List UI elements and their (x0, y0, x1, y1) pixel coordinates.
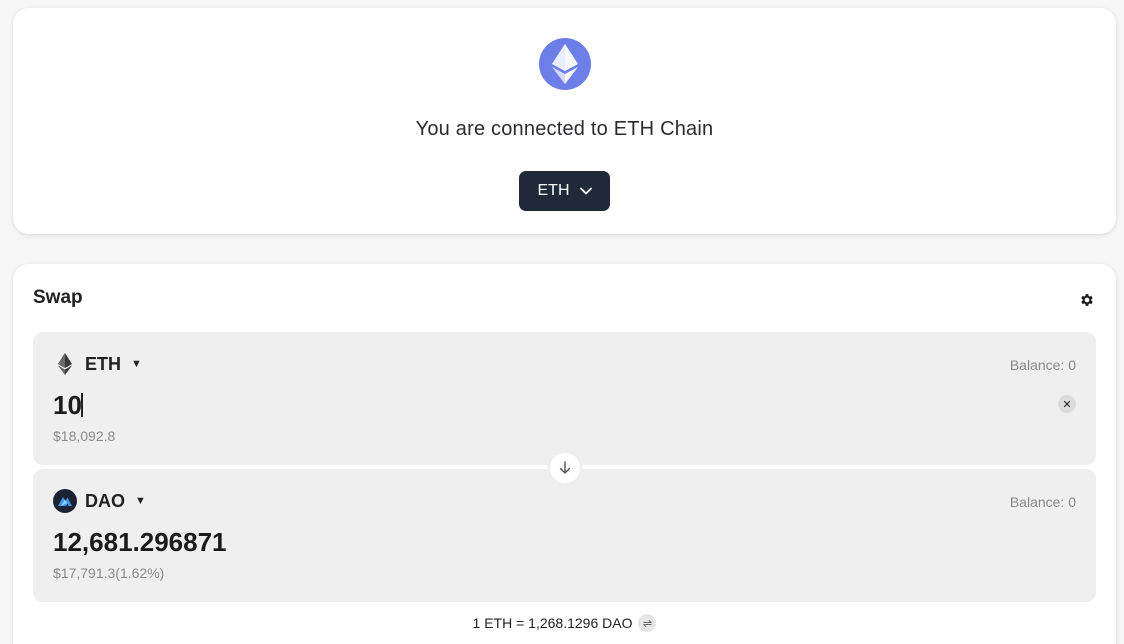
swap-card: Swap ETH ▼ Balance: 0 10 ✕ $18,092.8 DAO… (13, 264, 1116, 644)
eth-token-icon (53, 352, 77, 376)
exchange-rate-text: 1 ETH = 1,268.1296 DAO (472, 615, 633, 631)
page: You are connected to ETH Chain ETH Swap (0, 0, 1124, 644)
text-cursor (81, 393, 83, 417)
from-amount-input[interactable]: 10 (53, 390, 82, 421)
exchange-rate: 1 ETH = 1,268.1296 DAO ⇌ (13, 614, 1116, 632)
to-balance: Balance: 0 (1009, 494, 1076, 510)
arrow-down-icon (552, 455, 578, 481)
from-token-panel: ETH ▼ Balance: 0 10 ✕ $18,092.8 (33, 332, 1096, 465)
to-token-panel: DAO ▼ Balance: 0 12,681.296871 $17,791.3… (33, 469, 1096, 602)
from-balance: Balance: 0 (1009, 357, 1076, 373)
to-token-symbol: DAO (85, 490, 125, 511)
caret-down-icon: ▼ (135, 495, 146, 507)
clear-amount-icon[interactable]: ✕ (1058, 395, 1076, 413)
ethereum-logo-icon (538, 38, 591, 90)
chevron-down-icon (579, 182, 592, 200)
swap-rate-toggle-icon[interactable]: ⇌ (638, 614, 657, 632)
gear-icon[interactable] (1078, 291, 1096, 309)
to-usd-value: $17,791.3(1.62%) (53, 565, 165, 581)
chain-selector-label: ETH (537, 182, 570, 199)
dao-token-icon (53, 489, 77, 513)
chain-selector-button[interactable]: ETH (519, 171, 610, 211)
from-token-symbol: ETH (85, 353, 121, 374)
connected-chain-text: You are connected to ETH Chain (415, 118, 714, 140)
caret-down-icon: ▼ (131, 358, 142, 370)
to-amount-output: 12,681.296871 (53, 527, 227, 557)
swap-title: Swap (33, 287, 83, 308)
from-usd-value: $18,092.8 (53, 428, 116, 444)
switch-direction-button[interactable] (547, 450, 583, 486)
network-card: You are connected to ETH Chain ETH (13, 8, 1116, 234)
from-token-selector[interactable]: ETH ▼ (53, 352, 142, 376)
to-token-selector[interactable]: DAO ▼ (53, 489, 146, 513)
